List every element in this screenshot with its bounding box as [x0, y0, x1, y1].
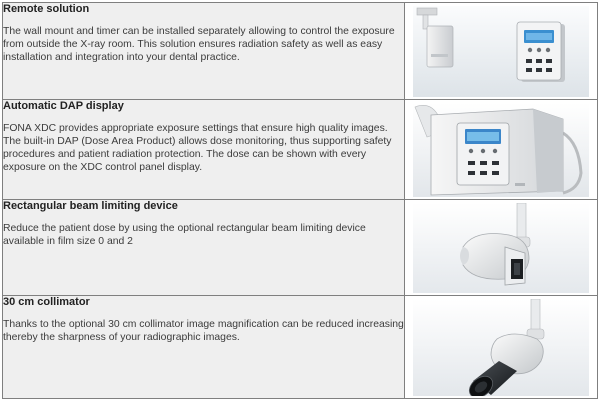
feature-title: Remote solution	[3, 3, 90, 15]
feature-image-cell	[404, 99, 598, 200]
feature-text-cell: Automatic DAP display FONA XDC provides …	[2, 99, 405, 200]
feature-text-cell: 30 cm collimator Thanks to the optional …	[2, 295, 405, 399]
feature-sheet: Remote solution The wall mount and timer…	[0, 0, 600, 400]
feature-description: The wall mount and timer can be installe…	[3, 25, 395, 63]
rectangular-collimator-photo	[413, 202, 589, 293]
feature-row-automatic-dap-display: Automatic DAP display FONA XDC provides …	[2, 99, 598, 200]
feature-title: Automatic DAP display	[3, 100, 124, 112]
feature-image-cell	[404, 2, 598, 100]
feature-row-30-cm-collimator: 30 cm collimator Thanks to the optional …	[2, 295, 598, 399]
feature-title: 30 cm collimator	[3, 296, 90, 308]
feature-text-cell: Remote solution The wall mount and timer…	[2, 2, 405, 100]
feature-table: Remote solution The wall mount and timer…	[2, 2, 598, 399]
feature-title: Rectangular beam limiting device	[3, 200, 178, 212]
feature-description: FONA XDC provides appropriate exposure s…	[3, 122, 392, 173]
feature-description: Reduce the patient dose by using the opt…	[3, 222, 366, 247]
feature-description: Thanks to the optional 30 cm collimator …	[3, 318, 404, 343]
feature-row-rectangular-beam-limiting-device: Rectangular beam limiting device Reduce …	[2, 199, 598, 296]
wall-mount-timer-photo	[413, 5, 589, 97]
feature-image-cell	[404, 295, 598, 399]
feature-row-remote-solution: Remote solution The wall mount and timer…	[2, 2, 598, 100]
feature-image-cell	[404, 199, 598, 296]
cone-collimator-photo	[413, 298, 589, 396]
feature-text-cell: Rectangular beam limiting device Reduce …	[2, 199, 405, 296]
control-panel-display-photo	[413, 102, 589, 197]
